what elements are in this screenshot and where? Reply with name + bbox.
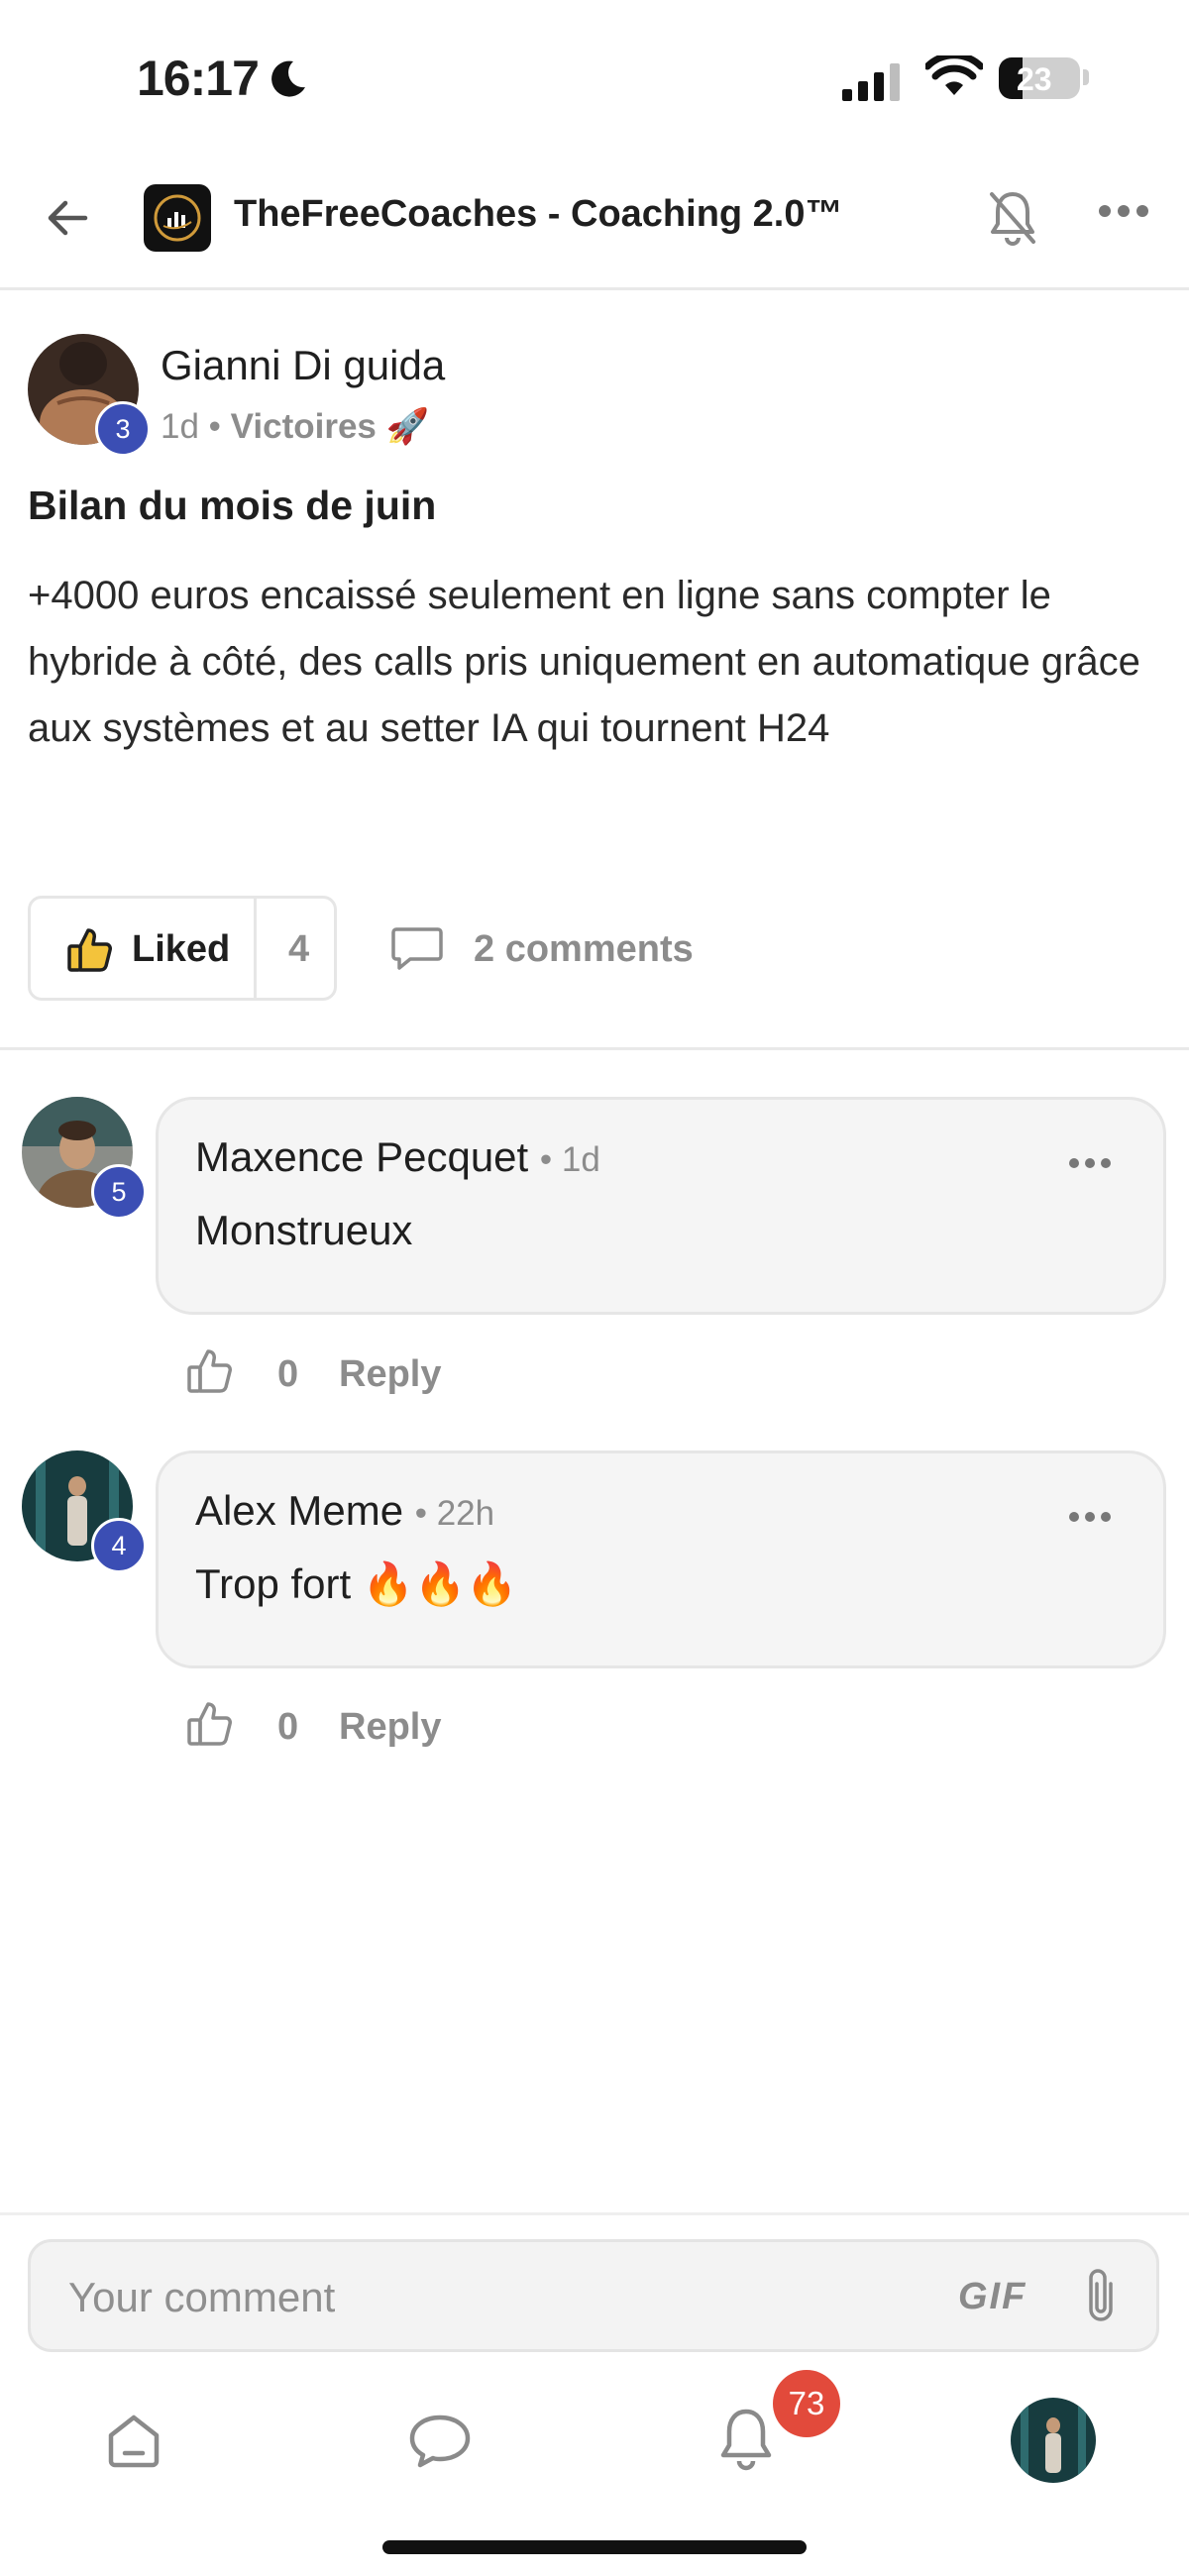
like-count[interactable]: 4 bbox=[288, 928, 309, 971]
gif-button[interactable]: GIF bbox=[958, 2276, 1027, 2318]
input-divider bbox=[0, 2212, 1189, 2215]
wifi-icon bbox=[925, 55, 983, 95]
comment-text: Trop fort 🔥🔥🔥 bbox=[195, 1560, 518, 1607]
post-meta: 1d • Victoires 🚀 bbox=[161, 406, 429, 447]
meta-separator: • bbox=[208, 407, 221, 446]
reply-button[interactable]: Reply bbox=[339, 1353, 441, 1396]
like-button[interactable]: Liked 4 bbox=[28, 896, 337, 1001]
battery-cap bbox=[1083, 69, 1089, 85]
level-badge: 5 bbox=[91, 1164, 147, 1220]
comment-icon[interactable] bbox=[390, 925, 444, 971]
comment-input-box[interactable]: GIF bbox=[28, 2239, 1159, 2352]
like-divider bbox=[254, 899, 257, 998]
arrow-left-icon[interactable] bbox=[44, 194, 91, 242]
notification-badge: 73 bbox=[773, 2370, 840, 2437]
liked-label: Liked bbox=[132, 928, 231, 970]
level-badge: 3 bbox=[95, 401, 151, 457]
comment-bubble: Maxence Pecquet • 1d Monstrueux bbox=[156, 1097, 1166, 1315]
rocket-emoji: 🚀 bbox=[385, 407, 430, 446]
comment-time: • 1d bbox=[539, 1140, 600, 1179]
more-icon[interactable] bbox=[1068, 1511, 1112, 1523]
post-time: 1d bbox=[161, 407, 199, 446]
chat-icon[interactable] bbox=[408, 2414, 472, 2469]
thumbs-up-icon[interactable] bbox=[186, 1347, 234, 1395]
comment-bubble: Alex Meme • 22h Trop fort 🔥🔥🔥 bbox=[156, 1450, 1166, 1668]
comment-author-name[interactable]: Maxence Pecquet bbox=[195, 1133, 528, 1180]
battery-indicator: 23 bbox=[999, 57, 1080, 99]
group-logo[interactable] bbox=[144, 184, 211, 252]
comment-author-name[interactable]: Alex Meme bbox=[195, 1487, 403, 1534]
home-indicator bbox=[382, 2540, 807, 2554]
more-icon[interactable] bbox=[1068, 1157, 1112, 1169]
more-icon[interactable] bbox=[1098, 204, 1149, 218]
bell-icon[interactable] bbox=[715, 2406, 777, 2471]
profile-avatar[interactable] bbox=[1011, 2398, 1096, 2483]
comment-input[interactable] bbox=[66, 2262, 942, 2333]
thumbs-up-icon bbox=[67, 928, 112, 972]
thumbs-up-icon[interactable] bbox=[186, 1700, 234, 1748]
post-category[interactable]: Victoires bbox=[231, 407, 377, 446]
post-title: Bilan du mois de juin bbox=[28, 483, 437, 528]
reply-button[interactable]: Reply bbox=[339, 1706, 441, 1749]
home-icon[interactable] bbox=[103, 2410, 164, 2471]
battery-level: 23 bbox=[1017, 61, 1052, 97]
signal-icon bbox=[842, 63, 900, 101]
group-logo-icon bbox=[154, 194, 201, 242]
level-badge: 4 bbox=[91, 1518, 147, 1573]
comment-author-line: Maxence Pecquet • 1d bbox=[195, 1133, 600, 1181]
comment-like-count: 0 bbox=[277, 1706, 299, 1748]
post-author-name[interactable]: Gianni Di guida bbox=[161, 342, 445, 389]
avatar-image bbox=[1011, 2398, 1096, 2483]
comment-text: Monstrueux bbox=[195, 1207, 413, 1253]
bell-off-icon[interactable] bbox=[987, 188, 1038, 248]
post-body: +4000 euros encaissé seulement en ligne … bbox=[28, 574, 1140, 750]
header-divider bbox=[0, 287, 1189, 290]
comment-time: • 22h bbox=[414, 1494, 495, 1533]
comment-author-line: Alex Meme • 22h bbox=[195, 1487, 494, 1535]
paperclip-icon[interactable] bbox=[1081, 2266, 1121, 2325]
group-name[interactable]: TheFreeCoaches - Coaching 2.0™ bbox=[234, 193, 843, 236]
moon-icon bbox=[271, 60, 305, 97]
comments-count-label[interactable]: 2 comments bbox=[474, 928, 694, 971]
section-divider bbox=[0, 1047, 1189, 1050]
comment-like-count: 0 bbox=[277, 1353, 299, 1395]
status-time: 16:17 bbox=[137, 51, 260, 106]
